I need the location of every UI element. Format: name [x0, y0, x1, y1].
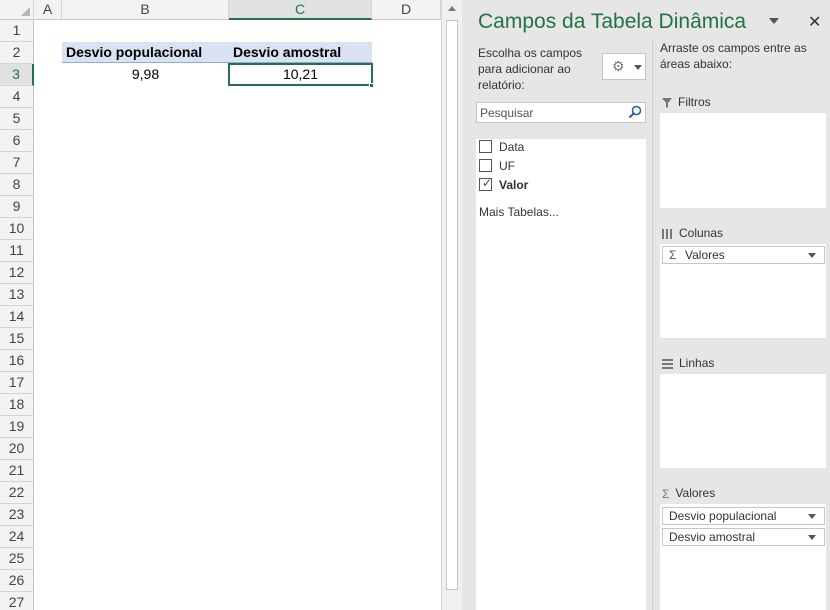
field-checkbox[interactable]: [479, 140, 492, 153]
row-header-2[interactable]: 2: [0, 42, 34, 64]
row-header-22[interactable]: 22: [0, 482, 34, 504]
spreadsheet-grid: A B C D 1 2 3 4 5 6 7 8 9 10 11 12 13 14 15 16 17 18 19 20 2…: [0, 0, 462, 610]
sigma-icon: Σ: [669, 248, 677, 262]
row-header-20[interactable]: 20: [0, 438, 34, 460]
row-header-26[interactable]: 26: [0, 570, 34, 592]
field-label: Valor: [499, 178, 529, 192]
filters-drop-area[interactable]: [660, 113, 826, 208]
rows-icon: [662, 358, 673, 369]
more-tables-link[interactable]: Mais Tabelas...: [479, 205, 559, 219]
row-header-8[interactable]: 8: [0, 174, 34, 196]
column-header-c[interactable]: C: [229, 0, 372, 20]
values-item-desvio-populacional[interactable]: Desvio populacional: [662, 507, 825, 525]
field-checkbox[interactable]: [479, 159, 492, 172]
row-header-24[interactable]: 24: [0, 526, 34, 548]
row-header-11[interactable]: 11: [0, 240, 34, 262]
row-header-23[interactable]: 23: [0, 504, 34, 526]
column-header-d[interactable]: D: [372, 0, 441, 20]
area-label-text: Valores: [675, 486, 716, 500]
values-drop-area[interactable]: Desvio populacional Desvio amostral: [660, 504, 826, 610]
rows-drop-area[interactable]: [660, 374, 826, 468]
checkmark-icon: ✓: [482, 176, 493, 190]
row-header-7[interactable]: 7: [0, 152, 34, 174]
scroll-up-arrow-icon[interactable]: [448, 6, 456, 11]
pane-options-chevron-icon[interactable]: [769, 18, 779, 24]
sigma-icon: Σ: [662, 486, 670, 501]
field-label: UF: [499, 159, 515, 173]
row-header-27[interactable]: 27: [0, 592, 34, 610]
filter-icon: [662, 97, 672, 108]
search-field[interactable]: [476, 102, 646, 123]
search-icon[interactable]: [628, 105, 642, 119]
area-label-columns: Colunas: [662, 226, 723, 240]
cell-c2[interactable]: Desvio amostral: [233, 42, 341, 63]
row-header-3[interactable]: 3: [0, 64, 34, 86]
columns-icon: [662, 228, 672, 239]
chevron-down-icon[interactable]: [808, 253, 816, 258]
field-label: Data: [499, 140, 525, 154]
row-header-14[interactable]: 14: [0, 306, 34, 328]
vertical-scrollbar[interactable]: [441, 0, 462, 610]
area-label-values: Σ Valores: [662, 486, 715, 501]
values-item-desvio-amostral[interactable]: Desvio amostral: [662, 528, 825, 546]
choose-fields-text: Escolha os campos para adicionar ao rela…: [478, 46, 583, 92]
row-header-1[interactable]: 1: [0, 20, 34, 42]
row-header-4[interactable]: 4: [0, 86, 34, 108]
row-header-17[interactable]: 17: [0, 372, 34, 394]
columns-item-valores[interactable]: Σ Valores: [662, 246, 825, 264]
area-label-text: Colunas: [679, 226, 724, 240]
pane-divider: [652, 40, 653, 610]
pivot-fields-pane: Campos da Tabela Dinâmica ✕ Escolha os c…: [462, 0, 830, 610]
cell-b3[interactable]: 9,98: [62, 64, 229, 85]
row-header-6[interactable]: 6: [0, 130, 34, 152]
row-header-10[interactable]: 10: [0, 218, 34, 240]
column-header-b[interactable]: B: [62, 0, 229, 20]
tools-button[interactable]: ⚙: [602, 53, 646, 80]
pill-label: Valores: [685, 248, 725, 262]
select-all-triangle-icon: [21, 7, 30, 16]
area-label-text: Filtros: [678, 95, 711, 109]
row-header-15[interactable]: 15: [0, 328, 34, 350]
chevron-down-icon: [634, 65, 642, 70]
row-header-16[interactable]: 16: [0, 350, 34, 372]
scrollbar-thumb[interactable]: [446, 20, 458, 590]
active-cell-selection: [228, 63, 373, 86]
pill-label: Desvio amostral: [669, 530, 756, 544]
fill-handle[interactable]: [369, 83, 374, 88]
close-icon[interactable]: ✕: [808, 12, 821, 32]
columns-drop-area[interactable]: Σ Valores: [660, 244, 826, 338]
search-input[interactable]: [477, 103, 623, 122]
row-header-21[interactable]: 21: [0, 460, 34, 482]
drag-fields-text: Arraste os campos entre as áreas abaixo:: [660, 41, 807, 71]
row-header-12[interactable]: 12: [0, 262, 34, 284]
pane-title: Campos da Tabela Dinâmica: [478, 10, 747, 33]
chevron-down-icon[interactable]: [808, 514, 816, 519]
cell-b2[interactable]: Desvio populacional: [66, 42, 202, 63]
area-label-rows: Linhas: [662, 356, 714, 370]
row-header-19[interactable]: 19: [0, 416, 34, 438]
field-checkbox[interactable]: ✓: [479, 176, 493, 191]
row-header-13[interactable]: 13: [0, 284, 34, 306]
area-label-filters: Filtros: [662, 95, 711, 109]
row-header-5[interactable]: 5: [0, 108, 34, 130]
area-label-text: Linhas: [679, 356, 715, 370]
select-all-corner[interactable]: [0, 0, 34, 20]
row-header-9[interactable]: 9: [0, 196, 34, 218]
column-header-a[interactable]: A: [34, 0, 62, 20]
row-header-18[interactable]: 18: [0, 394, 34, 416]
pill-label: Desvio populacional: [669, 509, 777, 523]
gear-icon: ⚙: [612, 58, 625, 74]
chevron-down-icon[interactable]: [808, 535, 816, 540]
field-list: Data UF ✓ Valor Mais Tabelas...: [476, 139, 646, 610]
row-header-25[interactable]: 25: [0, 548, 34, 570]
